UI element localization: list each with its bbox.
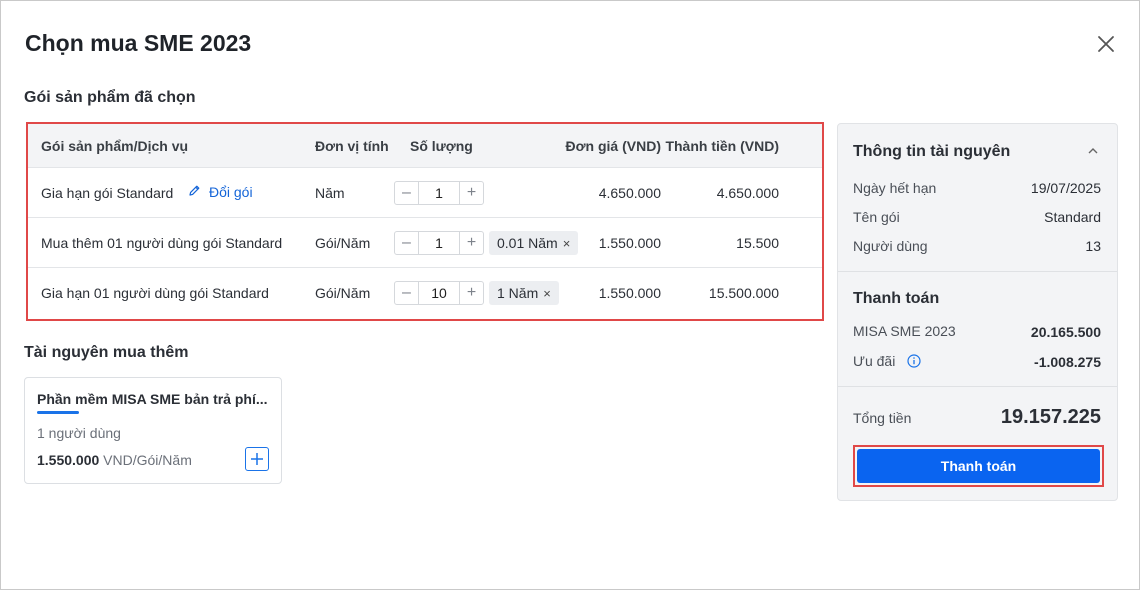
duration-tag-label: 0.01 Năm <box>497 235 558 251</box>
selected-section-title: Gói sản phẩm đã chọn <box>24 89 196 106</box>
remove-tag-icon[interactable]: × <box>543 286 551 301</box>
selected-products-table: Gói sản phẩm/Dịch vụ Đơn vị tính Số lượn… <box>26 122 824 321</box>
info-icon[interactable] <box>907 354 921 371</box>
chevron-up-icon[interactable] <box>1086 144 1100 158</box>
pencil-icon <box>188 184 201 200</box>
header-quantity: Số lượng <box>410 138 473 154</box>
row-amount: 15.500.000 <box>708 285 779 301</box>
change-package-label: Đổi gói <box>209 184 253 200</box>
card-users: 1 người dùng <box>37 425 121 441</box>
total-value: 19.157.225 <box>1000 406 1101 428</box>
quantity-input[interactable] <box>419 232 459 254</box>
users-label: Người dùng <box>853 238 928 254</box>
discount-row-label: Ưu đãi <box>853 353 921 371</box>
package-label: Tên gói <box>853 209 900 225</box>
duration-tag: 0.01 Năm × <box>489 231 579 255</box>
change-package-link[interactable]: Đổi gói <box>188 184 253 200</box>
card-price: 1.550.000 VND/Gói/Năm <box>37 452 192 468</box>
duration-tag: 1 Năm × <box>489 281 559 305</box>
row-unit: Gói/Năm <box>315 285 371 301</box>
item-label: MISA SME 2023 <box>853 323 956 339</box>
increment-button[interactable]: + <box>459 182 483 204</box>
extra-resource-card[interactable]: Phần mềm MISA SME bản trả phí... 1 người… <box>24 377 282 484</box>
row-unit: Năm <box>315 185 345 201</box>
card-price-value: 1.550.000 <box>37 452 100 468</box>
expiry-value: 19/07/2025 <box>1030 180 1101 196</box>
quantity-stepper: – + <box>394 181 484 205</box>
increment-button[interactable]: + <box>459 232 483 254</box>
header-product: Gói sản phẩm/Dịch vụ <box>41 138 189 154</box>
table-header: Gói sản phẩm/Dịch vụ Đơn vị tính Số lượn… <box>28 124 822 168</box>
resource-info-title: Thông tin tài nguyên <box>853 143 1011 160</box>
row-unit-price: 4.650.000 <box>598 185 661 201</box>
row-unit: Gói/Năm <box>315 235 371 251</box>
quantity-input[interactable] <box>419 282 459 304</box>
decrement-button[interactable]: – <box>395 282 419 304</box>
row-amount: 15.500 <box>736 235 779 251</box>
card-title-underline <box>37 411 79 414</box>
users-value: 13 <box>1085 238 1101 254</box>
close-icon[interactable] <box>1095 33 1117 55</box>
decrement-button[interactable]: – <box>395 182 419 204</box>
header-unit: Đơn vị tính <box>315 138 389 154</box>
expiry-label: Ngày hết hạn <box>853 180 937 196</box>
panel-divider <box>838 271 1117 272</box>
row-product: Gia hạn gói Standard <box>41 185 174 201</box>
total-label: Tổng tiền <box>853 410 912 426</box>
item-value: 20.165.500 <box>1030 324 1101 340</box>
card-price-unit: VND/Gói/Năm <box>99 452 192 468</box>
table-row: Gia hạn 01 người dùng gói Standard Gói/N… <box>28 268 822 318</box>
decrement-button[interactable]: – <box>395 232 419 254</box>
increment-button[interactable]: + <box>459 282 483 304</box>
dialog-title: Chọn mua SME 2023 <box>25 30 252 56</box>
header-amount: Thành tiền (VND) <box>665 138 779 154</box>
package-value: Standard <box>1044 209 1101 225</box>
row-product: Mua thêm 01 người dùng gói Standard <box>41 235 283 251</box>
extra-section-title: Tài nguyên mua thêm <box>24 344 189 361</box>
pay-button[interactable]: Thanh toán <box>857 449 1100 483</box>
quantity-input[interactable] <box>419 182 459 204</box>
payment-title: Thanh toán <box>853 290 940 307</box>
pay-button-highlight: Thanh toán <box>853 445 1104 487</box>
plus-icon[interactable] <box>245 447 269 471</box>
row-amount: 4.650.000 <box>716 185 779 201</box>
table-row: Gia hạn gói Standard Đổi gói Năm – + 4.6… <box>28 168 822 218</box>
header-unit-price: Đơn giá (VND) <box>565 138 661 154</box>
duration-tag-label: 1 Năm <box>497 285 539 301</box>
panel-divider <box>838 386 1117 387</box>
table-row: Mua thêm 01 người dùng gói Standard Gói/… <box>28 218 822 268</box>
purchase-dialog: Chọn mua SME 2023 Gói sản phẩm đã chọn G… <box>0 0 1140 590</box>
remove-tag-icon[interactable]: × <box>563 236 571 251</box>
row-product: Gia hạn 01 người dùng gói Standard <box>41 285 269 301</box>
card-title: Phần mềm MISA SME bản trả phí... <box>37 391 268 407</box>
summary-panel: Thông tin tài nguyên Ngày hết hạn 19/07/… <box>837 123 1118 501</box>
row-unit-price: 1.550.000 <box>598 235 661 251</box>
quantity-stepper: – + <box>394 281 484 305</box>
discount-value: -1.008.275 <box>1034 354 1101 370</box>
quantity-stepper: – + <box>394 231 484 255</box>
discount-label: Ưu đãi <box>853 353 896 369</box>
row-unit-price: 1.550.000 <box>598 285 661 301</box>
